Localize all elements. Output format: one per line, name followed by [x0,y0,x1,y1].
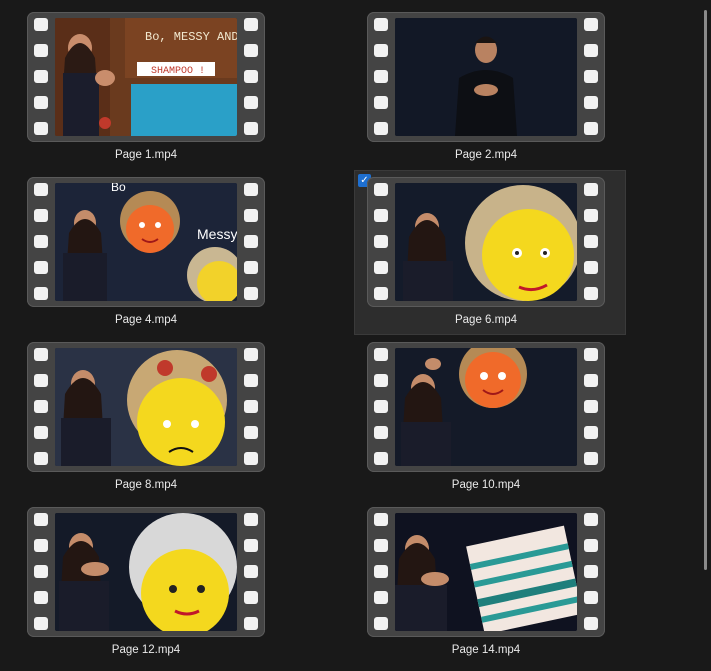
file-tile[interactable]: Page 12.mp4 [27,507,297,669]
video-thumbnail: Bo, MESSY AND SHAMPOO ! [55,18,237,136]
film-strip-icon [367,177,605,307]
file-grid: Bo, MESSY AND SHAMPOO ! Page 1.mp4 Page … [0,0,700,671]
film-strip-icon [27,342,265,472]
file-name: Page 8.mp4 [114,479,177,491]
file-tile-selected[interactable]: ✓ Page 6.mp4 [354,170,626,335]
film-strip-icon [367,507,605,637]
file-tile[interactable]: Bo, MESSY AND SHAMPOO ! Page 1.mp4 [27,12,297,174]
svg-text:Bo: Bo [111,183,126,194]
svg-text:Messy: Messy [197,226,237,242]
file-name: Page 6.mp4 [454,314,517,326]
video-thumbnail [395,513,577,631]
file-name: Page 14.mp4 [451,644,521,656]
file-tile[interactable]: Page 8.mp4 [27,342,297,504]
vertical-scrollbar[interactable] [700,0,711,671]
file-name: Page 4.mp4 [114,314,177,326]
video-thumbnail [55,513,237,631]
file-name: Page 10.mp4 [451,479,521,491]
file-name: Page 2.mp4 [454,149,517,161]
scrollbar-thumb[interactable] [704,10,707,570]
file-tile[interactable]: Page 14.mp4 [367,507,637,669]
file-tile[interactable]: Page 10.mp4 [367,342,637,504]
video-thumbnail [395,18,577,136]
video-thumbnail [395,348,577,466]
film-strip-icon [367,12,605,142]
video-thumbnail [55,348,237,466]
film-strip-icon [27,507,265,637]
file-tile[interactable]: Page 2.mp4 [367,12,637,174]
file-name: Page 1.mp4 [114,149,177,161]
film-strip-icon: Bo Messy [27,177,265,307]
file-tile[interactable]: Bo Messy Page 4.mp4 [27,177,297,339]
video-thumbnail: Bo Messy [55,183,237,301]
file-name: Page 12.mp4 [111,644,181,656]
film-strip-icon [367,342,605,472]
video-thumbnail [395,183,577,301]
film-strip-icon: Bo, MESSY AND SHAMPOO ! [27,12,265,142]
svg-text:SHAMPOO !: SHAMPOO ! [151,66,205,77]
svg-text:Bo, MESSY AND: Bo, MESSY AND [145,30,237,44]
